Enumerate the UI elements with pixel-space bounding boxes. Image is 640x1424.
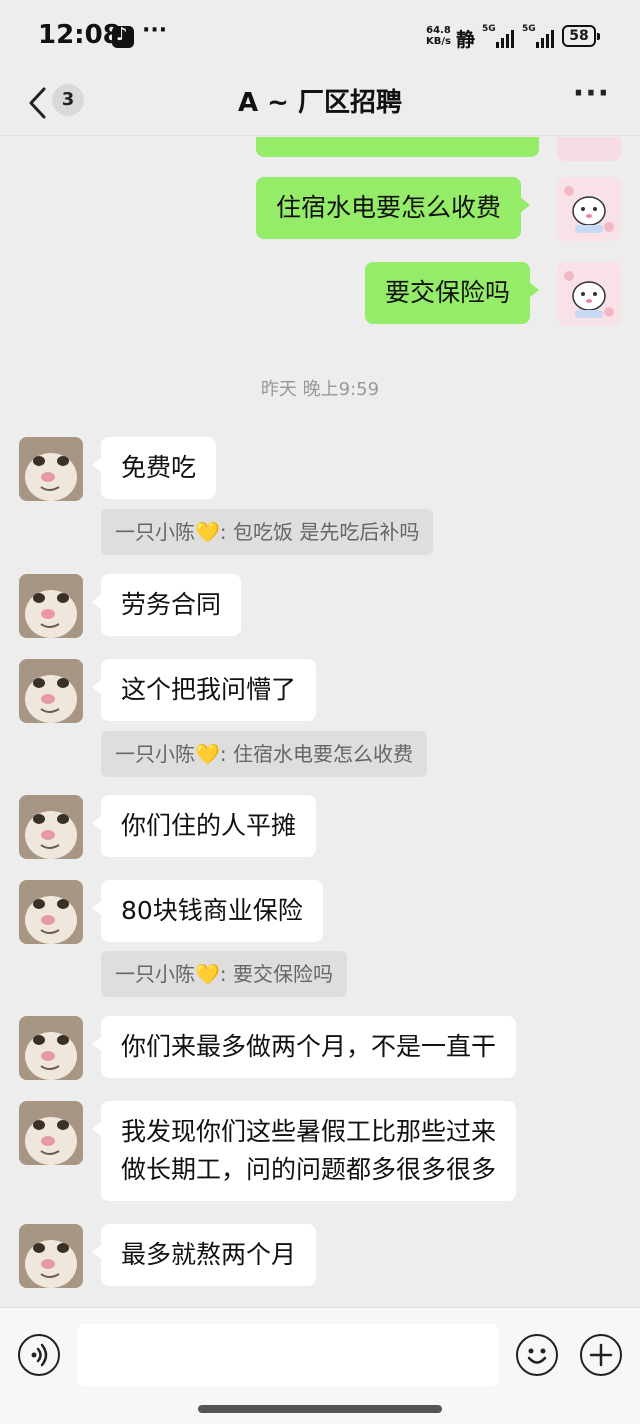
contact-avatar[interactable] xyxy=(19,574,83,638)
my-avatar[interactable] xyxy=(557,137,621,161)
message-bubble-other[interactable]: 80块钱商业保险 xyxy=(92,880,323,942)
quoted-message[interactable]: 一只小陈💛: 要交保险吗 xyxy=(101,951,347,997)
sim2-network-label: 5G xyxy=(522,24,536,34)
cat-avatar-icon xyxy=(19,1224,83,1288)
quoted-message[interactable]: 一只小陈💛: 住宿水电要怎么收费 xyxy=(101,731,427,777)
cartoon-avatar-icon xyxy=(557,137,621,161)
cat-avatar-icon xyxy=(19,1016,83,1080)
message-bubble-other[interactable]: 你们来最多做两个月，不是一直干 xyxy=(91,1016,517,1078)
cartoon-avatar-icon xyxy=(557,177,621,241)
contact-avatar[interactable] xyxy=(19,659,83,723)
chat-title: A ~ 厂区招聘 xyxy=(237,88,402,118)
network-speed-unit: KB/s xyxy=(426,36,451,47)
message-bubble-other[interactable]: 最多就熬两个月 xyxy=(91,1224,317,1286)
more-horizontal-icon[interactable]: ··· xyxy=(573,76,610,111)
message-bubble-other[interactable]: 我发现你们这些暑假工比那些过来 做长期工，问的问题都多很多很多 xyxy=(91,1101,517,1201)
contact-avatar[interactable] xyxy=(19,795,83,859)
tiktok-notification-icon xyxy=(112,24,134,48)
contact-avatar[interactable] xyxy=(19,880,83,944)
signal-sim1-icon: 5G xyxy=(482,24,516,48)
home-indicator[interactable] xyxy=(198,1405,442,1413)
message-line: 做长期工，问的问题都多很多很多 xyxy=(121,1155,497,1184)
message-bubble-other[interactable]: 免费吃 xyxy=(91,437,217,499)
cat-avatar-icon xyxy=(19,659,83,723)
contact-avatar[interactable] xyxy=(19,1101,83,1165)
message-bubble-other[interactable]: 这个把我问懵了 xyxy=(91,659,317,721)
message-line: 我发现你们这些暑假工比那些过来 xyxy=(121,1117,497,1146)
message-bubble-me-partial[interactable] xyxy=(256,137,539,157)
signal-sim2-icon: 5G xyxy=(522,24,556,48)
contact-avatar[interactable] xyxy=(19,1016,83,1080)
status-bar: 12:08 ··· 64.8 KB/s 静 5G 5G 58 xyxy=(0,0,640,70)
cartoon-avatar-icon xyxy=(557,262,621,326)
message-bubble-other[interactable]: 劳务合同 xyxy=(91,574,242,636)
message-bubble-me[interactable]: 要交保险吗 xyxy=(365,262,540,324)
message-timestamp: 昨天 晚上9:59 xyxy=(260,379,380,400)
status-time: 12:08 xyxy=(38,20,121,50)
voice-icon[interactable] xyxy=(18,1334,60,1376)
emoji-icon[interactable] xyxy=(516,1334,558,1376)
my-avatar[interactable] xyxy=(557,177,621,241)
chat-input-bar xyxy=(0,1307,640,1424)
silent-mode-icon: 静 xyxy=(456,29,476,51)
cat-avatar-icon xyxy=(19,1101,83,1165)
contact-avatar[interactable] xyxy=(19,437,83,501)
network-speed-value: 64.8 xyxy=(426,25,451,36)
my-avatar[interactable] xyxy=(557,262,621,326)
cat-avatar-icon xyxy=(19,574,83,638)
cat-avatar-icon xyxy=(19,880,83,944)
contact-avatar[interactable] xyxy=(19,1224,83,1288)
cat-avatar-icon xyxy=(19,437,83,501)
plus-icon[interactable] xyxy=(580,1334,622,1376)
notification-more-icon: ··· xyxy=(142,18,168,43)
message-list[interactable]: 住宿水电要怎么收费 要交保险吗 昨天 晚上9:59 免费吃 一只小陈💛: 包吃饭… xyxy=(0,137,640,1307)
cat-avatar-icon xyxy=(19,795,83,859)
message-bubble-me[interactable]: 住宿水电要怎么收费 xyxy=(256,177,531,239)
message-bubble-other[interactable]: 你们住的人平摊 xyxy=(91,795,317,857)
message-input[interactable] xyxy=(78,1324,498,1386)
quoted-message[interactable]: 一只小陈💛: 包吃饭 是先吃后补吗 xyxy=(101,509,434,555)
network-speed: 64.8 KB/s xyxy=(426,25,451,47)
battery-icon: 58 xyxy=(562,25,600,47)
chat-header: 3 A ~ 厂区招聘 ··· xyxy=(0,70,640,136)
sim1-network-label: 5G xyxy=(482,24,496,34)
